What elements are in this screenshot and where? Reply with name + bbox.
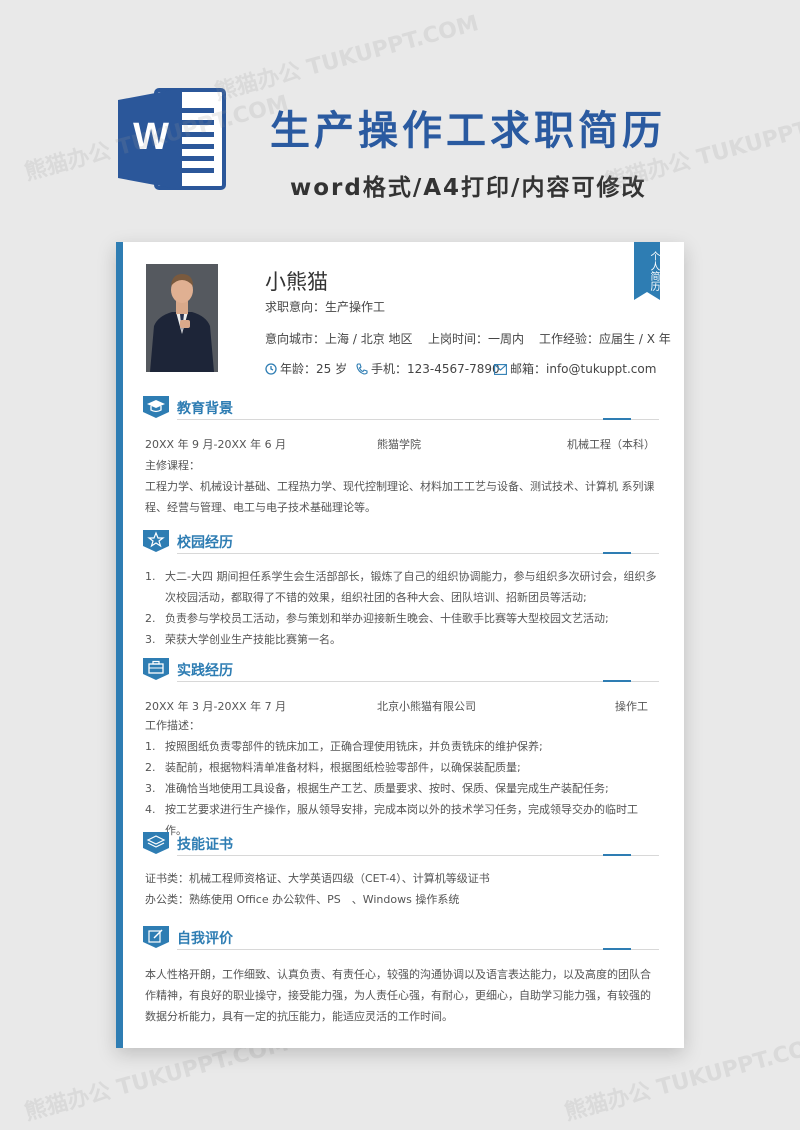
intended-city: 意向城市：上海 / 北京 地区 bbox=[265, 330, 413, 347]
section-rule bbox=[177, 681, 659, 682]
section-rule bbox=[177, 553, 659, 554]
email-value[interactable]: info@tukuppt.com bbox=[546, 362, 656, 376]
campus-list: 1. 大二-大四 期间担任系学生会生活部部长，锻炼了自己的组织协调能力，参与组织多… bbox=[145, 566, 657, 650]
email-label: 邮箱： bbox=[510, 362, 547, 376]
list-item-text: 大二-大四 期间担任系学生会生活部部长，锻炼了自己的组织协调能力，参与组织多次研… bbox=[165, 570, 657, 604]
age-value: 25 岁 bbox=[316, 362, 348, 376]
section-title: 教育背景 bbox=[177, 401, 233, 417]
person-illustration bbox=[146, 264, 218, 372]
education-school: 熊猫学院 bbox=[377, 438, 421, 451]
job-intent-value: 生产操作工 bbox=[325, 300, 386, 314]
cert-label: 证书类： bbox=[145, 872, 189, 885]
star-icon bbox=[143, 530, 169, 552]
courses-label: 主修课程： bbox=[145, 459, 200, 472]
section-title: 自我评价 bbox=[177, 931, 233, 947]
email: 邮箱：info@tukuppt.com bbox=[494, 360, 656, 377]
age-label: 年龄： bbox=[280, 362, 317, 376]
city-value: 上海 / 北京 地区 bbox=[325, 332, 413, 346]
ribbon-text: 个人简历 bbox=[648, 251, 659, 291]
clock-icon bbox=[265, 363, 277, 375]
job-intent-label: 求职意向： bbox=[265, 300, 326, 314]
section-title: 校园经历 bbox=[177, 535, 233, 551]
start-value: 一周内 bbox=[488, 332, 525, 346]
phone-label: 手机： bbox=[371, 362, 408, 376]
word-logo-letter: W bbox=[133, 116, 169, 158]
section-skills: 技能证书 bbox=[143, 832, 659, 856]
section-campus: 校园经历 bbox=[143, 530, 659, 554]
banner-title: 生产操作工求职简历 bbox=[270, 108, 666, 154]
city-label: 意向城市： bbox=[265, 332, 326, 346]
age: 年龄：25 岁 bbox=[265, 360, 347, 377]
list-item-text: 荣获大学创业生产技能比赛第一名。 bbox=[165, 633, 341, 646]
resume-page: 个人简历 小熊猫 求职意向：生产操作工 意向城市：上海 / 北京 地区 上岗时间… bbox=[116, 242, 684, 1048]
banner: W 生产操作工求职简历 word格式/A4打印/内容可修改 bbox=[0, 0, 800, 240]
office-label: 办公类： bbox=[145, 893, 189, 906]
list-item: 3. 准确恰当地使用工具设备，根据生产工艺、质量要求、按时、保质、保量完成生产装配… bbox=[145, 782, 609, 795]
candidate-name: 小熊猫 bbox=[265, 270, 328, 294]
section-title: 技能证书 bbox=[177, 837, 233, 853]
work-experience: 工作经验：应届生 / X 年 bbox=[539, 330, 671, 347]
self-evaluation-text: 本人性格开朗，工作细致、认真负责、有责任心，较强的沟通协调以及语言表达能力，以及… bbox=[145, 968, 651, 1023]
section-rule bbox=[177, 419, 659, 420]
cert-value: 机械工程师资格证、大学英语四级（CET-4）、计算机等级证书 bbox=[189, 872, 490, 885]
list-item: 1. 大二-大四 期间担任系学生会生活部部长，锻炼了自己的组织协调能力，参与组织多… bbox=[145, 570, 657, 604]
skills-cert: 证书类：机械工程师资格证、大学英语四级（CET-4）、计算机等级证书 bbox=[145, 868, 657, 889]
practice-company: 北京小熊猫有限公司 bbox=[377, 700, 476, 713]
mail-icon bbox=[494, 364, 507, 375]
section-rule bbox=[177, 855, 659, 856]
section-accent bbox=[603, 418, 631, 420]
list-item: 3. 荣获大学创业生产技能比赛第一名。 bbox=[145, 633, 341, 646]
section-accent bbox=[603, 552, 631, 554]
education-major: 机械工程（本科） bbox=[567, 438, 655, 451]
list-item: 2. 装配前，根据物料清单准备材料，根据图纸检验零部件，以确保装配质量; bbox=[145, 761, 521, 774]
layers-icon bbox=[143, 832, 169, 854]
start-label: 上岗时间： bbox=[428, 332, 489, 346]
edit-icon bbox=[143, 926, 169, 948]
practice-list: 1. 按照图纸负责零部件的铣床加工，正确合理使用铣床，并负责铣床的维护保养; 2.… bbox=[145, 736, 657, 841]
banner-subtitle: word格式/A4打印/内容可修改 bbox=[290, 175, 647, 201]
list-item-text: 负责参与学校员工活动，参与策划和举办迎接新生晚会、十佳歌手比赛等大型校园文艺活动… bbox=[165, 612, 609, 625]
section-accent bbox=[603, 854, 631, 856]
profile-photo bbox=[146, 264, 218, 372]
list-item-text: 准确恰当地使用工具设备，根据生产工艺、质量要求、按时、保质、保量完成生产装配任务… bbox=[165, 782, 609, 795]
skills-office: 办公类：熟练使用 Office 办公软件、PS 、Windows 操作系统 bbox=[145, 889, 657, 910]
exp-label: 工作经验： bbox=[539, 332, 600, 346]
left-accent-bar bbox=[116, 242, 123, 1048]
section-education: 教育背景 bbox=[143, 396, 659, 420]
start-time: 上岗时间：一周内 bbox=[428, 330, 524, 347]
practice-desc-label: 工作描述： bbox=[145, 719, 200, 732]
list-item-text: 按照图纸负责零部件的铣床加工，正确合理使用铣床，并负责铣床的维护保养; bbox=[165, 740, 543, 753]
section-rule bbox=[177, 949, 659, 950]
section-title: 实践经历 bbox=[177, 663, 233, 679]
briefcase-icon bbox=[143, 658, 169, 680]
phone: 手机：123-4567-7890 bbox=[356, 360, 500, 377]
section-accent bbox=[603, 680, 631, 682]
section-practice: 实践经历 bbox=[143, 658, 659, 682]
practice-period: 20XX 年 3 月-20XX 年 7 月 bbox=[145, 700, 287, 713]
list-item: 2. 负责参与学校员工活动，参与策划和举办迎接新生晚会、十佳歌手比赛等大型校园文艺… bbox=[145, 612, 609, 625]
phone-value[interactable]: 123-4567-7890 bbox=[407, 362, 500, 376]
practice-position: 操作工 bbox=[615, 700, 648, 713]
graduation-cap-icon bbox=[143, 396, 169, 418]
courses-text: 工程力学、机械设计基础、工程热力学、现代控制理论、材料加工工艺与设备、测试技术、… bbox=[145, 480, 655, 514]
phone-icon bbox=[356, 363, 368, 375]
office-value: 熟练使用 Office 办公软件、PS 、Windows 操作系统 bbox=[189, 893, 460, 906]
section-self: 自我评价 bbox=[143, 926, 659, 950]
job-intent: 求职意向：生产操作工 bbox=[265, 298, 385, 315]
exp-value: 应届生 / X 年 bbox=[599, 332, 671, 346]
education-period: 20XX 年 9 月-20XX 年 6 月 bbox=[145, 438, 287, 451]
list-item-text: 装配前，根据物料清单准备材料，根据图纸检验零部件，以确保装配质量; bbox=[165, 761, 521, 774]
list-item: 1. 按照图纸负责零部件的铣床加工，正确合理使用铣床，并负责铣床的维护保养; bbox=[145, 740, 543, 753]
section-accent bbox=[603, 948, 631, 950]
